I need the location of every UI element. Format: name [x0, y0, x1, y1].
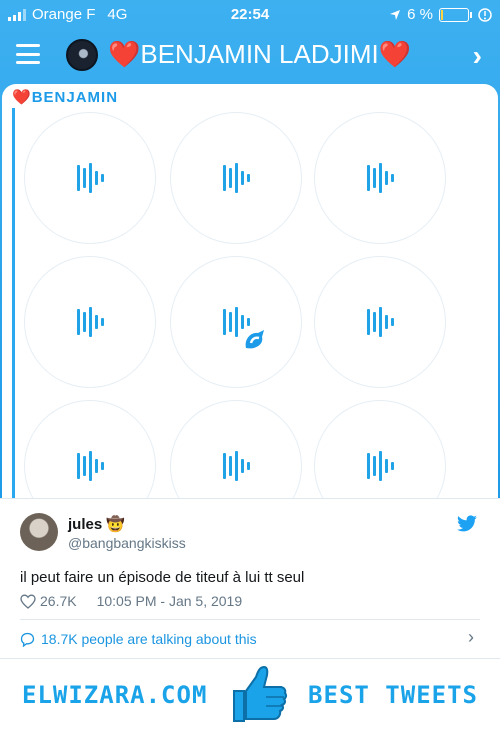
- voice-message-bubble[interactable]: [170, 256, 302, 388]
- heart-icon: ❤️: [12, 89, 32, 106]
- voice-message-bubble[interactable]: [170, 112, 302, 244]
- location-arrow-icon: [390, 9, 401, 20]
- tweet-author-handle[interactable]: @bangbangkiskiss: [68, 535, 186, 551]
- app-logo-icon: [245, 330, 264, 349]
- voice-message-bubble[interactable]: [170, 400, 302, 498]
- audio-wave-icon: [366, 446, 394, 486]
- voice-message-bubble[interactable]: [24, 400, 156, 498]
- audio-wave-icon: [76, 158, 104, 198]
- chevron-right-icon[interactable]: ›: [473, 40, 482, 72]
- heart-outline-icon[interactable]: [20, 594, 36, 609]
- contact-name: BENJAMIN LADJIMI: [140, 39, 379, 69]
- voice-message-bubble[interactable]: [314, 400, 446, 498]
- cowboy-emoji-icon: 🤠: [106, 516, 126, 533]
- tweet-text: il peut faire un épisode de titeuf à lui…: [20, 569, 305, 586]
- tweet-card: jules 🤠 @bangbangkiskiss il peut faire u…: [0, 498, 500, 658]
- voice-message-bubble[interactable]: [24, 112, 156, 244]
- site-name[interactable]: ELWIZARA.COM: [22, 681, 207, 709]
- audio-wave-icon: [222, 158, 250, 198]
- speech-bubble-icon: [20, 632, 35, 647]
- conversation-header: ❤️BENJAMIN LADJIMI❤️ ›: [0, 30, 500, 82]
- conversation-title[interactable]: ❤️BENJAMIN LADJIMI❤️: [108, 39, 448, 70]
- audio-wave-icon: [366, 158, 394, 198]
- tweet-author-name[interactable]: jules 🤠: [68, 515, 125, 533]
- author-name-text: jules: [68, 516, 103, 533]
- menu-icon[interactable]: [16, 44, 40, 64]
- like-count[interactable]: 26.7K: [40, 593, 77, 609]
- heart-icon: ❤️: [378, 39, 412, 69]
- battery-percent: 6 %: [407, 6, 433, 23]
- heart-icon: ❤️: [108, 39, 141, 69]
- voice-message-bubble[interactable]: [314, 256, 446, 388]
- audio-wave-icon: [366, 302, 394, 342]
- conversation-link-text: 18.7K people are talking about this: [41, 631, 257, 647]
- twitter-bird-icon[interactable]: [456, 515, 478, 533]
- status-right: 6 %: [389, 6, 492, 23]
- message-panel: ❤️BENJAMIN: [2, 84, 498, 498]
- sender-label: ❤️BENJAMIN: [12, 88, 118, 106]
- voice-message-bubble[interactable]: [24, 256, 156, 388]
- chevron-right-icon[interactable]: ›: [468, 627, 474, 648]
- audio-wave-icon: [76, 302, 104, 342]
- audio-wave-icon: [76, 446, 104, 486]
- voice-message-grid: [24, 112, 464, 498]
- battery-icon: [439, 7, 469, 22]
- status-bar: Orange F 4G 22:54 6 %: [0, 0, 500, 30]
- sender-name: BENJAMIN: [31, 89, 119, 106]
- tweet-timestamp[interactable]: 10:05 PM - Jan 5, 2019: [97, 593, 243, 609]
- divider: [20, 619, 480, 620]
- contact-avatar[interactable]: [66, 39, 98, 71]
- footer-banner: ELWIZARA.COM BEST TWEETS: [0, 658, 500, 730]
- tweet-author-avatar[interactable]: [20, 513, 58, 551]
- phone-screenshot: Orange F 4G 22:54 6 % ❤️BENJAMIN LADJIMI…: [0, 0, 500, 498]
- quote-accent-line: [12, 108, 15, 498]
- charging-icon: [478, 7, 492, 22]
- battery-tip: [470, 11, 472, 18]
- audio-wave-icon: [222, 446, 250, 486]
- thumbs-up-icon: [233, 665, 288, 722]
- voice-message-bubble[interactable]: [314, 112, 446, 244]
- tweet-meta: 26.7K 10:05 PM - Jan 5, 2019: [20, 593, 242, 609]
- conversation-link[interactable]: 18.7K people are talking about this: [20, 631, 257, 647]
- tagline: BEST TWEETS: [308, 681, 478, 709]
